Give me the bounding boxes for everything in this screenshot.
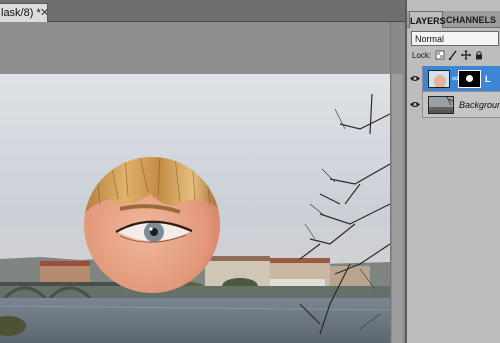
eye-icon [410,102,420,107]
visibility-toggle[interactable] [407,66,423,92]
layer-name[interactable]: L [485,74,491,84]
face-thumbnail-icon[interactable] [428,70,450,88]
mask-circle-shape [466,75,473,82]
lock-paint-icon[interactable] [448,50,458,61]
lock-label: Lock: [412,51,432,60]
scrollbar-thumb[interactable] [392,74,403,343]
lock-move-icon[interactable] [461,50,471,60]
tab-layers[interactable]: LAYERS [409,11,446,28]
blend-mode-select[interactable]: Normal [411,31,499,46]
layer-row-selected[interactable]: ∞ L [407,66,500,92]
lock-row: Lock: [407,49,500,63]
eye-icon [410,76,420,81]
document-canvas[interactable] [0,74,390,343]
layers-panel: LAYERS CHANNELS Normal Lock: ∞ L Backgro… [405,0,500,343]
masked-face-circle [84,157,220,293]
tab-channels[interactable]: CHANNELS [445,11,497,28]
lock-transparent-icon[interactable] [435,50,445,60]
canvas-workspace[interactable] [0,22,405,343]
circle-mask-icon[interactable] [458,70,481,88]
layer-name[interactable]: Background [459,100,500,110]
layers-list-empty-area [407,118,500,343]
canvas-image [0,74,390,343]
lock-all-icon[interactable] [474,50,484,60]
photoshop-window: lask/8) * ✕ [0,0,500,343]
visibility-toggle[interactable] [407,92,423,118]
document-tab[interactable]: lask/8) * ✕ [0,3,48,22]
panel-tab-bar: LAYERS CHANNELS [407,11,500,28]
close-icon[interactable]: ✕ [40,6,47,19]
document-tab-title: lask/8) * [1,7,41,19]
layer-row-background[interactable]: Background [407,92,500,118]
document-tab-bar: lask/8) * ✕ [0,0,405,22]
city-thumbnail-icon[interactable] [428,96,454,114]
